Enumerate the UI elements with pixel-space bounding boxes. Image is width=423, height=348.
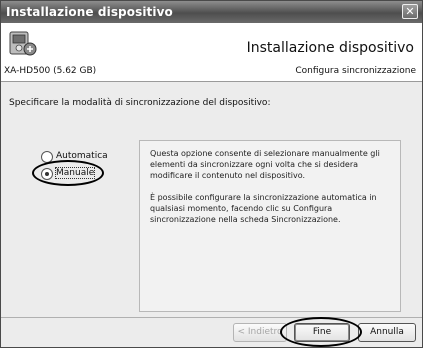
description-paragraph-2: È possibile configurare la sincronizzazi… xyxy=(150,193,377,224)
device-icon xyxy=(9,31,37,56)
description-box: Questa opzione consente di selezionare m… xyxy=(139,140,401,312)
close-button[interactable]: ✕ xyxy=(402,4,418,19)
header-divider xyxy=(1,81,422,82)
back-button[interactable]: < Indietro xyxy=(233,323,287,342)
sync-mode-prompt: Specificare la modalità di sincronizzazi… xyxy=(9,98,271,108)
highlight-oval-finish xyxy=(280,317,362,347)
footer-divider xyxy=(1,317,422,318)
header-title: Installazione dispositivo xyxy=(246,40,414,56)
installation-dialog: Installazione dispositivo ✕ Installazion… xyxy=(0,0,423,348)
description-paragraph-1: Questa opzione consente di selezionare m… xyxy=(150,149,380,180)
close-icon: ✕ xyxy=(405,5,415,18)
device-name: XA-HD500 (5.62 GB) xyxy=(4,66,97,76)
window-title: Installazione dispositivo xyxy=(6,5,173,19)
title-bar[interactable]: Installazione dispositivo ✕ xyxy=(1,1,422,23)
sync-config-label: Configura sincronizzazione xyxy=(295,66,416,76)
cancel-button[interactable]: Annulla xyxy=(358,323,416,342)
highlight-oval-manual xyxy=(32,160,104,186)
header-panel: Installazione dispositivo XA-HD500 (5.62… xyxy=(1,23,422,81)
